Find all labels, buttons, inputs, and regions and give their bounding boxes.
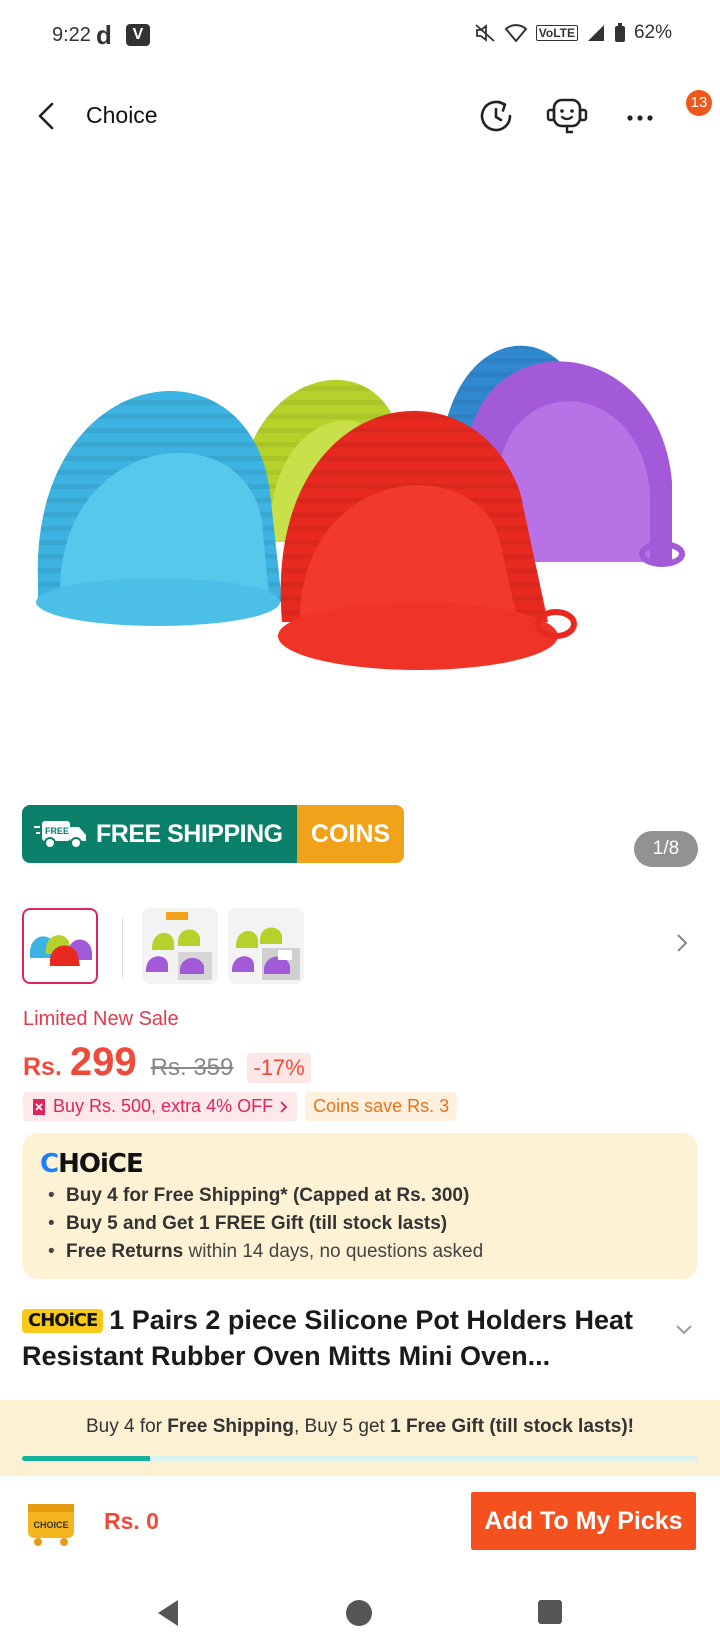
status-time: 9:22 [52, 24, 91, 46]
thumbnail-next-button[interactable] [672, 928, 692, 965]
more-icon [627, 115, 653, 121]
coins-section: COINS [297, 805, 404, 863]
choice-benefits-box: CHOiCE Buy 4 for Free Shipping* (Capped … [22, 1133, 698, 1279]
wifi-icon [504, 24, 528, 43]
nav-back-icon [158, 1600, 178, 1626]
benefit-bold-text: Buy 4 for Free Shipping* (Capped at Rs. … [66, 1185, 470, 1206]
expand-title-button[interactable] [674, 1320, 694, 1343]
support-agent-icon [546, 98, 588, 134]
thumbnail-2[interactable] [142, 908, 218, 984]
cart-choice-label: CHOICE [33, 1520, 68, 1530]
page-title: Choice [86, 102, 158, 128]
mute-icon [475, 24, 495, 42]
bundle-promo-text: Buy 4 for Free Shipping, Buy 5 get 1 Fre… [0, 1416, 720, 1438]
shopping-cart-icon: CHOICE [28, 1504, 74, 1546]
nav-home-icon [346, 1600, 372, 1626]
promo-text-bold: 1 Free Gift (till stock lasts)! [390, 1416, 635, 1437]
nav-recents-button[interactable] [536, 1598, 564, 1631]
original-price: Rs. 359 [150, 1054, 234, 1081]
choice-cart-button[interactable]: CHOICE [24, 1494, 78, 1548]
choice-benefit-item: Free Returns within 14 days, no question… [40, 1241, 680, 1263]
back-button[interactable] [30, 94, 70, 138]
thumbnail-image [232, 927, 300, 980]
free-shipping-section: FREE FREE SHIPPING [22, 805, 297, 863]
coins-label: COINS [310, 819, 391, 848]
coupon-icon [33, 1098, 45, 1115]
back-icon [38, 102, 54, 130]
choice-benefit-item: Buy 4 for Free Shipping* (Capped at Rs. … [40, 1185, 680, 1207]
nav-back-button[interactable] [154, 1598, 182, 1633]
coins-save-label: Coins save Rs. 3 [313, 1096, 450, 1116]
chevron-right-icon [280, 1100, 288, 1113]
thumbnail-image [29, 935, 92, 966]
choice-benefits-list: Buy 4 for Free Shipping* (Capped at Rs. … [40, 1185, 680, 1263]
product-image [36, 345, 685, 670]
add-to-my-picks-button[interactable]: Add To My Picks [471, 1492, 696, 1550]
battery-percent: 62% [633, 22, 672, 43]
choice-benefit-item: Buy 5 and Get 1 FREE Gift (till stock la… [40, 1213, 680, 1235]
price-value: 299 [69, 1040, 137, 1084]
coins-save-chip: Coins save Rs. 3 [305, 1092, 458, 1121]
benefit-bold-text: Buy 5 and Get 1 FREE Gift (till stock la… [66, 1213, 448, 1234]
more-button[interactable] [618, 94, 662, 138]
benefit-bold-text: Free Returns [66, 1241, 184, 1262]
product-image-gallery[interactable] [0, 162, 720, 792]
promo-text-part: , Buy 5 get [293, 1416, 391, 1437]
bottom-action-bar: CHOICE Rs. 0 Add To My Picks [0, 1476, 720, 1576]
free-shipping-label: FREE SHIPPING [96, 819, 283, 848]
system-nav-bar [0, 1576, 720, 1650]
app-notification-d-icon: d [96, 20, 112, 50]
battery-icon [614, 23, 625, 42]
signal-icon [587, 25, 604, 41]
picks-total: Rs. 0 [104, 1508, 159, 1534]
price-currency: Rs. [23, 1053, 62, 1081]
bundle-progress-bar [22, 1456, 698, 1461]
limited-sale-label: Limited New Sale [23, 1008, 179, 1030]
status-bar: 9:22 d V VoLTE 62% [0, 0, 720, 72]
product-title-text: 1 Pairs 2 piece Silicone Pot Holders Hea… [22, 1305, 633, 1371]
chevron-down-icon [676, 1325, 692, 1335]
thumbnail-3[interactable] [228, 908, 304, 984]
thumbnail-1[interactable] [22, 908, 98, 984]
thumbnail-strip [22, 908, 702, 984]
history-button[interactable] [474, 94, 518, 138]
chevron-right-icon [677, 934, 688, 952]
notification-badge: 13 [686, 90, 712, 116]
customer-service-button[interactable] [544, 94, 588, 138]
extra-off-chip[interactable]: Buy Rs. 500, extra 4% OFF [23, 1092, 298, 1121]
nav-recents-icon [538, 1600, 562, 1624]
price-row: Rs. 299 Rs. 359 -17% [23, 1040, 311, 1085]
status-icons: VoLTE 62% [474, 22, 672, 44]
thumbnail-divider [122, 918, 123, 978]
top-nav-header: Choice [0, 72, 720, 162]
bundle-progress-fill [22, 1456, 151, 1461]
choice-tag: CHOiCE [22, 1309, 104, 1333]
volte-indicator: VoLTE [535, 25, 578, 41]
promo-text-part: Buy 4 for [85, 1416, 168, 1437]
delivery-truck-icon: FREE [34, 821, 86, 849]
discount-badge: -17% [247, 1053, 311, 1083]
bundle-promo-strip: Buy 4 for Free Shipping, Buy 5 get 1 Fre… [0, 1400, 720, 1476]
truck-free-text: FREE [45, 826, 69, 836]
image-counter: 1/8 [634, 831, 698, 867]
offer-chips: Buy Rs. 500, extra 4% OFF Coins save Rs.… [23, 1092, 458, 1121]
product-title: CHOiCE 1 Pairs 2 piece Silicone Pot Holde… [22, 1302, 662, 1374]
thumbnail-image [146, 912, 212, 980]
extra-off-label: Buy Rs. 500, extra 4% OFF [53, 1096, 274, 1116]
free-shipping-coins-banner: FREE FREE SHIPPING COINS [22, 805, 404, 863]
nav-home-button[interactable] [344, 1598, 374, 1633]
promo-text-bold: Free Shipping [167, 1416, 294, 1437]
app-notification-v-icon: V [126, 24, 150, 46]
choice-logo: CHOiCE [40, 1149, 144, 1179]
benefit-text: within 14 days, no questions asked [183, 1241, 484, 1262]
history-icon [480, 100, 512, 132]
